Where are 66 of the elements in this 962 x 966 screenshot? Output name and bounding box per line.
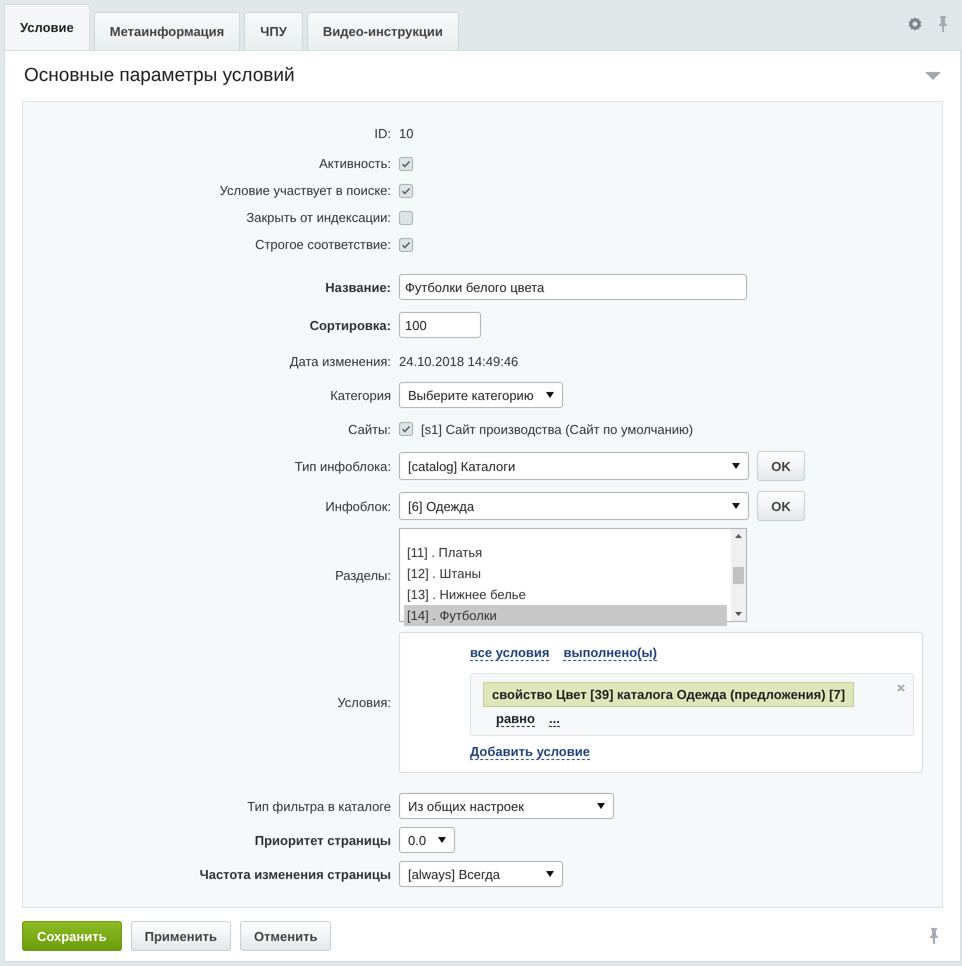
close-icon[interactable] [897,684,905,692]
value-link[interactable]: ... [548,711,560,727]
caret-icon [438,837,446,843]
dropdown[interactable]: [catalog] Каталоги [399,452,749,480]
field-label: ID: [374,126,391,140]
field-label: Условие участвует в поиске: [220,183,391,198]
caret-icon [732,503,740,509]
ok-button[interactable]: OK [757,491,805,521]
text-field[interactable]: 100 [399,312,481,338]
ok-button[interactable]: OK [757,451,805,481]
operator-link[interactable]: равно [496,711,535,727]
dropdown[interactable]: 0.0 [399,827,456,853]
add-condition-link[interactable]: Добавить условие [470,744,590,760]
field-label: Инфоблок: [325,498,391,514]
text-field[interactable]: Футболки белого цвета [399,274,747,300]
form-button[interactable]: Отменить [240,921,332,951]
condition-link[interactable]: все условия [470,645,550,661]
tab[interactable]: Видео-инструкции [306,12,459,50]
tab[interactable]: Условие [4,4,90,50]
dropdown[interactable]: Выберите категорию [399,382,563,408]
field-label: Активность: [319,156,391,171]
field-label: Разделы: [335,568,391,582]
caret-icon [546,871,554,877]
checkbox-label: [s1] Сайт производства (Сайт по умолчанию) [421,422,694,436]
field-label: Строгое соответствие: [255,237,391,252]
field-label: Условия: [337,695,391,710]
scroll-down-icon[interactable] [735,612,742,616]
caret-icon [732,463,740,469]
caret-icon [546,392,554,398]
condition-tag: свойство Цвет [39] каталога Одежда (предложения) [7] [483,682,854,707]
field-label: Сайты: [348,422,391,436]
scroll-up-icon[interactable] [735,534,742,538]
checkbox[interactable] [399,156,413,170]
scrollbar-thumb[interactable] [733,566,744,584]
dropdown[interactable]: Из общих настроек [399,793,614,819]
field-label: Название: [325,280,391,294]
checkbox[interactable] [399,238,413,252]
field-label: Закрыть от индексации: [246,210,391,225]
settings-icon[interactable] [908,17,922,31]
field-label: Тип фильтра в каталоге [247,798,391,814]
field-label: Приоритет страницы [254,832,391,848]
pin-icon[interactable] [929,928,939,944]
field-value: 24.10.2018 14:49:46 [399,354,518,368]
tab[interactable]: Метаинформация [94,12,240,50]
condition-link[interactable]: выполнено(ы) [563,645,657,661]
list-option[interactable]: [14] . Футболки [404,605,727,626]
checkbox[interactable] [399,184,413,198]
field-label: Категория [330,388,391,402]
checkbox[interactable] [399,422,413,436]
checkbox[interactable] [399,210,413,224]
dropdown[interactable]: [6] Одежда [399,492,749,520]
form-button[interactable]: Применить [130,921,231,951]
list-option[interactable]: [13] . Нижнее белье [404,584,727,605]
tab[interactable]: ЧПУ [244,12,303,50]
field-label: Сортировка: [310,318,391,332]
collapse-arrow-icon[interactable] [925,72,941,80]
section-title: Основные параметры условий [24,65,295,87]
field-label: Дата изменения: [290,354,391,368]
list-option[interactable]: [11] . Платья [404,542,727,563]
field-label: Тип инфоблока: [294,458,391,474]
pin-icon[interactable] [938,16,948,32]
list-option[interactable]: [12] . Штаны [404,563,727,584]
caret-icon [597,803,605,809]
field-label: Частота изменения страницы [200,866,391,882]
field-value: 10 [399,126,414,140]
dropdown[interactable]: [always] Всегда [399,861,563,887]
